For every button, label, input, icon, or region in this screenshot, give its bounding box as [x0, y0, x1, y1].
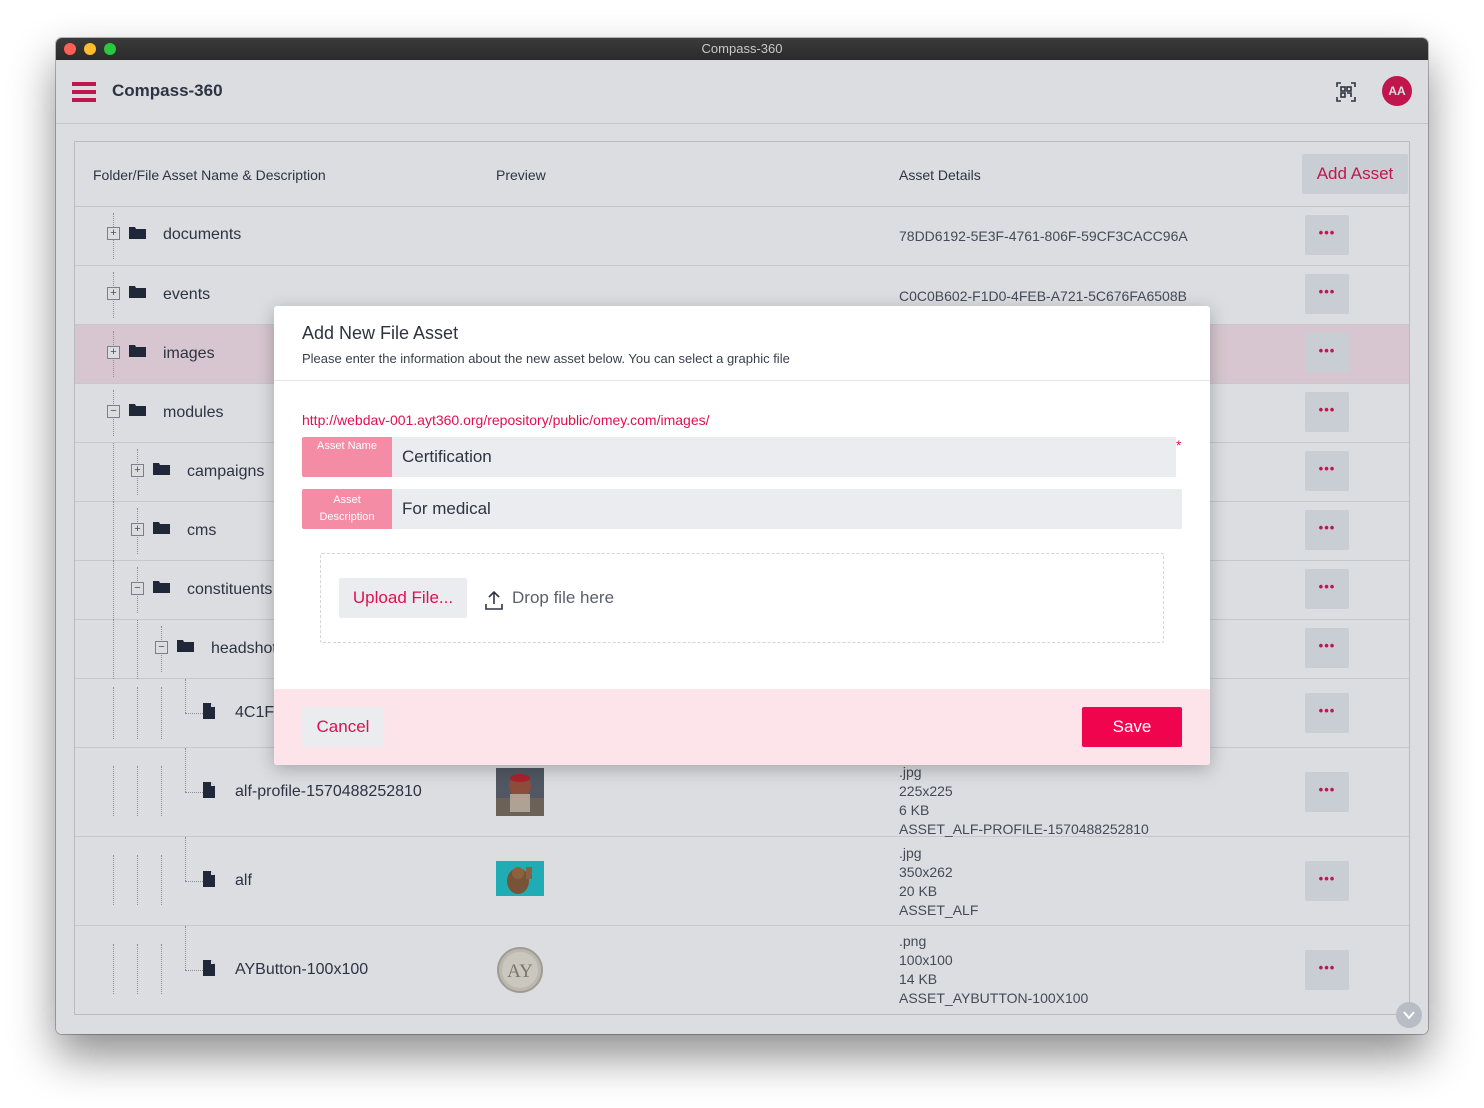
app-window: Compass-360 Compass-360 AA Folder/File A…	[56, 38, 1428, 1034]
asset-name-field: Asset Name Certification *	[302, 437, 1182, 477]
upload-file-button[interactable]: Upload File...	[339, 578, 467, 618]
asset-name-input[interactable]: Certification	[392, 437, 1176, 477]
repository-path-link[interactable]: http://webdav-001.ayt360.org/repository/…	[302, 412, 710, 428]
dialog-subtitle: Please enter the information about the n…	[302, 351, 790, 366]
add-file-asset-dialog: Add New File Asset Please enter the info…	[274, 306, 1210, 765]
upload-icon	[485, 590, 503, 610]
drop-file-text: Drop file here	[512, 588, 615, 607]
dialog-footer: Cancel Save	[274, 689, 1210, 765]
window-title: Compass-360	[701, 41, 783, 56]
assistant-fab[interactable]	[1396, 1002, 1422, 1028]
asset-name-label: Asset Name	[302, 437, 392, 477]
asset-description-field: Asset Description For medical	[302, 489, 1182, 529]
save-button[interactable]: Save	[1082, 707, 1182, 747]
chevron-down-icon	[1403, 1011, 1415, 1020]
window-titlebar: Compass-360	[56, 38, 1428, 60]
asset-description-label: Asset Description	[302, 489, 392, 529]
close-window-button[interactable]	[64, 43, 76, 55]
dialog-title: Add New File Asset	[302, 323, 459, 343]
minimize-window-button[interactable]	[84, 43, 96, 55]
required-indicator: *	[1176, 437, 1182, 453]
dialog-divider	[274, 380, 1210, 381]
file-dropzone[interactable]: Upload File... Drop file here	[320, 553, 1164, 643]
cancel-button[interactable]: Cancel	[302, 707, 384, 747]
asset-description-input[interactable]: For medical	[392, 489, 1182, 529]
maximize-window-button[interactable]	[104, 43, 116, 55]
